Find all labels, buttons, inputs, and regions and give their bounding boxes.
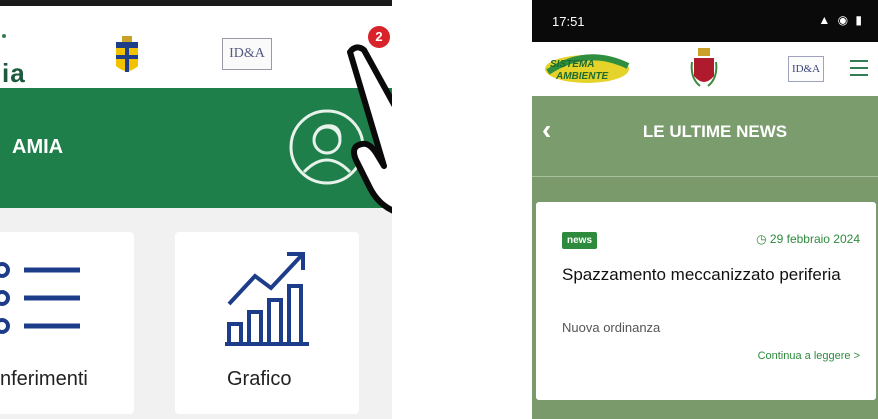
news-date: ◷ 29 febbraio 2024 xyxy=(756,232,860,246)
pointing-hand-icon xyxy=(347,44,392,214)
phone-screen: 17:51 ▲ ◉ ▮ SISTEMA AMBIENTE ID&A ‹ LE U… xyxy=(532,0,878,419)
read-more-link[interactable]: Continua a leggere > xyxy=(758,350,860,362)
bar-title: AMIA xyxy=(12,136,64,158)
svg-text:AMBIENTE: AMBIENTE xyxy=(555,71,609,82)
tile-label: nferimenti xyxy=(0,368,88,390)
crest-icon xyxy=(116,36,138,72)
news-card[interactable]: news ◷ 29 febbraio 2024 Spazzamento mecc… xyxy=(536,202,876,400)
zoomed-app-panel: ia ID&A 2 AMIA nferimenti Grafico xyxy=(0,0,392,419)
news-subtitle: Nuova ordinanza xyxy=(562,320,661,335)
tile-grafico[interactable]: Grafico xyxy=(175,232,359,414)
status-bar: 17:51 ▲ ◉ ▮ xyxy=(532,0,878,42)
page-title: LE ULTIME NEWS xyxy=(642,122,788,141)
composite-screenshot: ia ID&A 2 AMIA nferimenti Grafico 17:51 … xyxy=(0,0,878,419)
sistema-ambiente-logo: SISTEMA AMBIENTE xyxy=(545,54,630,83)
page-title-bar: ‹ LE ULTIME NEWS xyxy=(532,96,878,176)
tile-label: Grafico xyxy=(227,368,292,390)
ida-logo: ID&A xyxy=(222,38,272,70)
tile-conferimenti[interactable]: nferimenti xyxy=(0,232,134,414)
app-bar: SISTEMA AMBIENTE ID&A xyxy=(532,42,878,96)
list-icon xyxy=(0,262,80,334)
clock-icon: ◷ xyxy=(756,232,770,246)
menu-icon[interactable] xyxy=(850,60,868,76)
status-time: 17:51 xyxy=(552,14,585,29)
ida-logo: ID&A xyxy=(788,56,824,82)
news-title: Spazzamento meccanizzato periferia xyxy=(562,265,841,284)
status-icons: ▲ ◉ ▮ xyxy=(818,13,864,27)
crest-icon xyxy=(690,48,718,87)
brand-logo-fragment: ia xyxy=(2,34,26,89)
news-tag: news xyxy=(562,232,598,249)
divider xyxy=(532,176,878,177)
svg-text:SISTEMA: SISTEMA xyxy=(550,59,594,70)
bar-chart-icon xyxy=(225,252,309,346)
